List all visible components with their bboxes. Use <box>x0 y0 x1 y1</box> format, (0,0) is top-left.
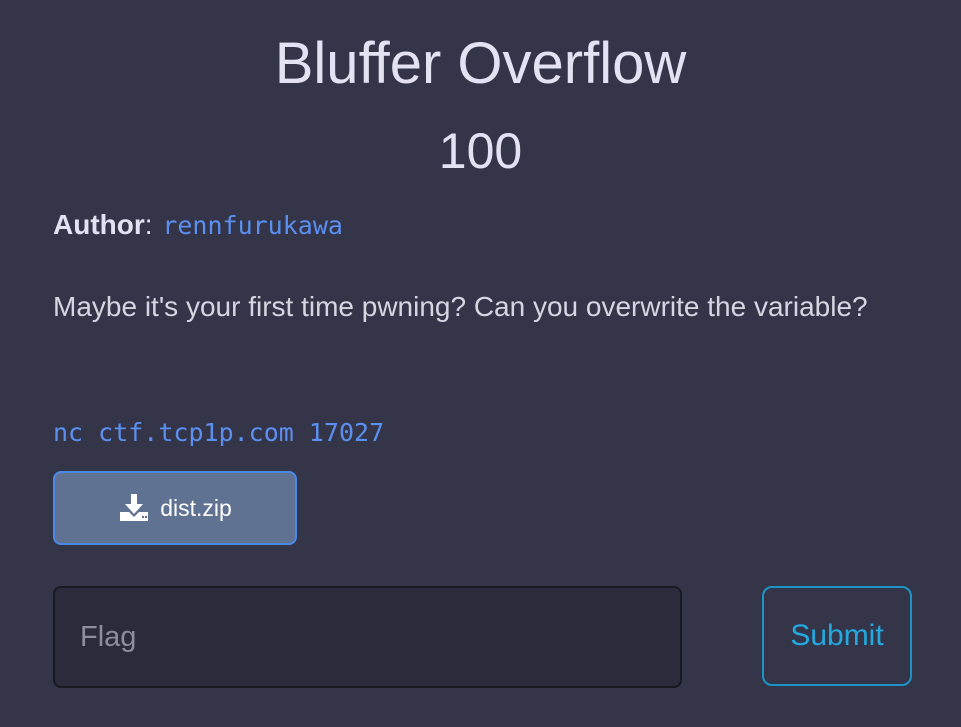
connection-command: nc ctf.tcp1p.com 17027 <box>53 418 385 447</box>
submit-flag-button[interactable]: Submit <box>762 586 912 686</box>
challenge-description: Maybe it's your first time pwning? Can y… <box>53 291 868 322</box>
download-attachment-button[interactable]: dist.zip <box>53 471 297 545</box>
author-name: rennfurukawa <box>162 211 343 240</box>
author-label: Author <box>53 209 145 240</box>
flag-input[interactable] <box>53 586 682 688</box>
download-filename: dist.zip <box>160 495 232 521</box>
author-separator: : <box>144 209 161 240</box>
challenge-title: Bluffer Overflow <box>274 31 687 96</box>
author-line: Author: rennfurukawa <box>53 206 343 245</box>
download-icon <box>120 494 149 521</box>
challenge-points: 100 <box>438 123 523 179</box>
